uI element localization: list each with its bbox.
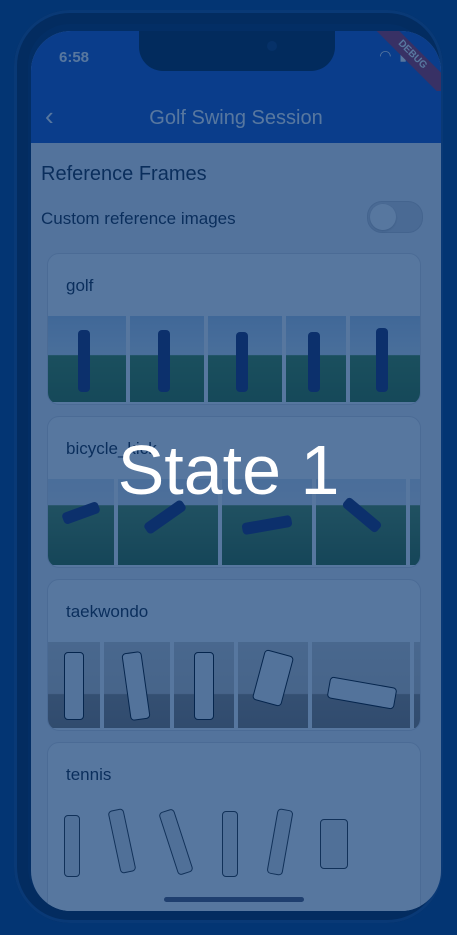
golfer-figure [308, 332, 320, 392]
golfer-figure [78, 330, 90, 392]
frame-thumbnail [256, 805, 302, 891]
frame-thumbnail [410, 479, 420, 565]
player-figure [341, 496, 383, 534]
frame-thumbnail [222, 479, 312, 565]
frame-thumbnail [204, 805, 252, 891]
frame-strip [48, 642, 420, 728]
golfer-figure [376, 328, 388, 392]
app-bar: ‹ Golf Swing Session [31, 91, 441, 143]
player-figure [222, 811, 238, 877]
golfer-figure [158, 330, 170, 392]
frame-strip [48, 479, 420, 565]
frame-thumbnail [52, 805, 92, 891]
app-screen: 6:58 ◠ ▮ DEBUG ‹ Golf Swing Session Refe… [31, 31, 441, 911]
frame-thumbnail [48, 316, 126, 402]
frame-thumbnail [316, 479, 406, 565]
reference-card-bicycle-kick[interactable]: bicycle_kick [47, 416, 421, 568]
card-title: bicycle_kick [66, 439, 157, 458]
frame-thumbnail [286, 316, 346, 402]
card-title: golf [66, 276, 94, 295]
frame-thumbnail [152, 805, 198, 891]
frame-strip [48, 805, 420, 891]
notch [139, 31, 335, 71]
card-title: tennis [66, 765, 112, 784]
frame-thumbnail [312, 642, 410, 728]
home-indicator[interactable] [164, 897, 304, 902]
frame-thumbnail [98, 805, 148, 891]
player-figure [142, 498, 188, 536]
player-figure [107, 808, 137, 874]
player-figure [320, 819, 348, 869]
page-title: Golf Swing Session [149, 107, 323, 129]
frame-thumbnail [350, 316, 420, 402]
custom-reference-toggle[interactable] [367, 201, 423, 233]
reference-card-taekwondo[interactable]: taekwondo [47, 579, 421, 731]
content-area: Reference Frames Custom reference images… [31, 143, 441, 911]
frame-thumbnail [306, 805, 358, 891]
frame-thumbnail [118, 479, 218, 565]
fighter-figure [64, 652, 84, 720]
toggle-knob [370, 204, 396, 230]
frame-thumbnail [48, 642, 100, 728]
debug-banner: DEBUG [367, 31, 441, 100]
player-figure [266, 808, 294, 876]
player-figure [241, 514, 293, 536]
reference-card-golf[interactable]: golf [47, 253, 421, 405]
frame-thumbnail [48, 479, 114, 565]
camera-icon [267, 41, 277, 51]
frame-thumbnail [414, 642, 420, 728]
fighter-figure [251, 649, 295, 707]
custom-reference-label: Custom reference images [41, 209, 236, 228]
frame-thumbnail [238, 642, 308, 728]
frame-thumbnail [174, 642, 234, 728]
fighter-figure [326, 676, 398, 710]
player-figure [61, 500, 101, 526]
player-figure [158, 808, 194, 876]
golfer-figure [236, 332, 248, 392]
status-time: 6:58 [59, 49, 90, 66]
section-title: Reference Frames [41, 163, 207, 185]
fighter-figure [121, 650, 151, 722]
fighter-figure [194, 652, 214, 720]
frame-thumbnail [104, 642, 170, 728]
frame-strip [48, 316, 420, 402]
card-title: taekwondo [66, 602, 149, 621]
player-figure [64, 815, 80, 877]
frame-thumbnail [208, 316, 282, 402]
frame-thumbnail [130, 316, 204, 402]
reference-card-tennis[interactable]: tennis [47, 742, 421, 911]
